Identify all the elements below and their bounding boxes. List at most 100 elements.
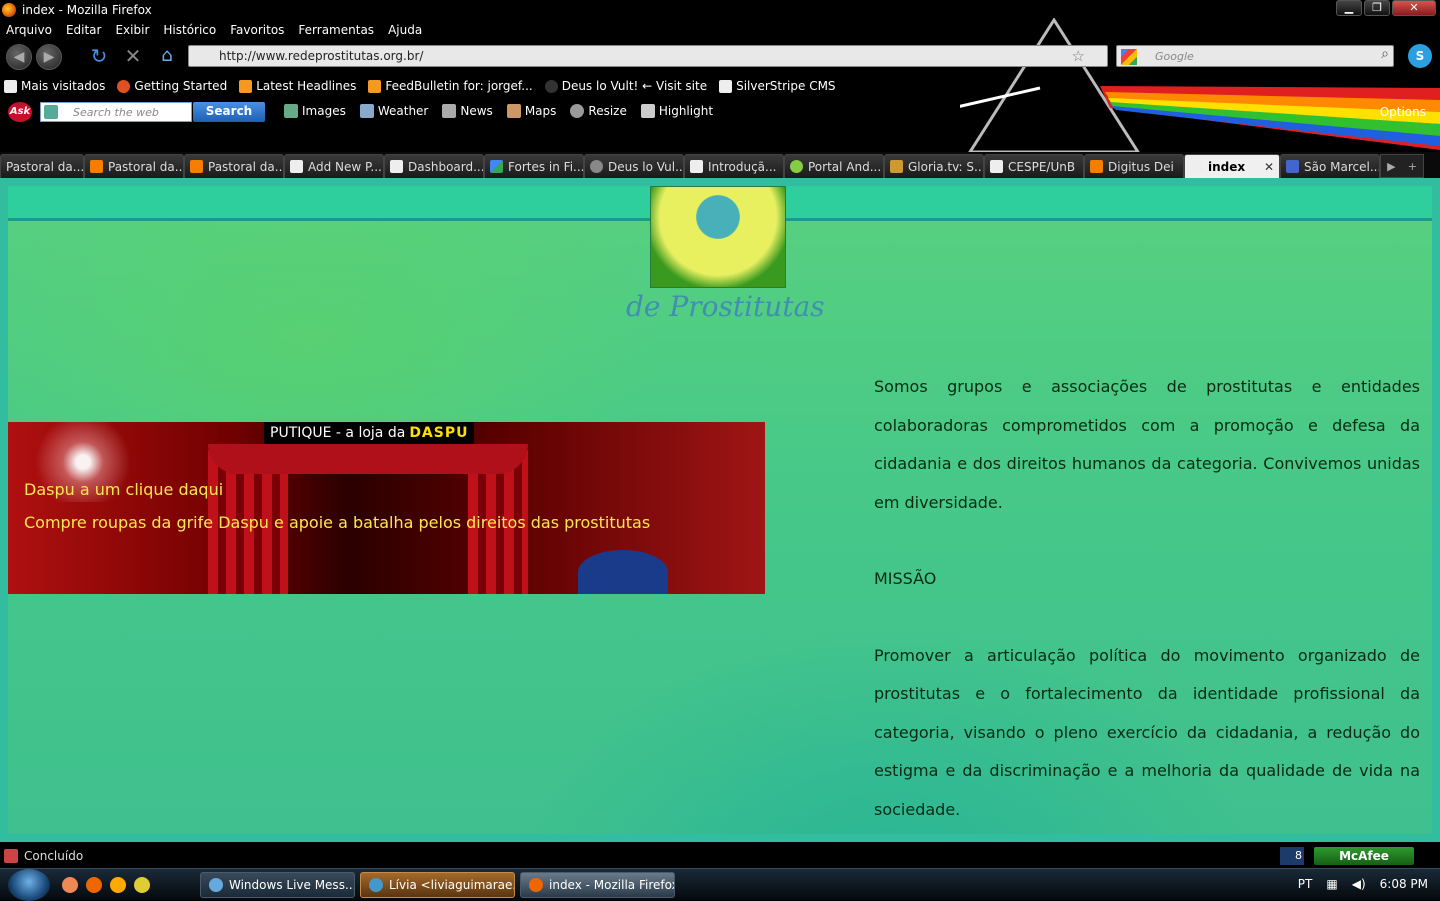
tab-label: São Marcel... (1304, 159, 1380, 174)
menu-exibir[interactable]: Exibir (115, 23, 149, 37)
url-bar[interactable]: http://www.redeprostitutas.org.br/ ☆ (188, 45, 1108, 67)
ask-search-input[interactable]: Search the web (40, 102, 192, 122)
bookmark-label: SilverStripe CMS (736, 79, 836, 93)
menu-arquivo[interactable]: Arquivo (6, 23, 52, 37)
tab[interactable]: Digitus Dei (1084, 154, 1184, 178)
firefox-icon (117, 79, 131, 93)
tab[interactable]: Pastoral da... (84, 154, 184, 178)
menu-favoritos[interactable]: Favoritos (230, 23, 284, 37)
start-button[interactable] (8, 869, 50, 901)
tab[interactable]: São Marcel... (1280, 154, 1380, 178)
curtain-valance (208, 444, 528, 474)
search-box[interactable]: Google ⌕ (1116, 45, 1394, 67)
maximize-button[interactable]: ❐ (1364, 0, 1390, 16)
google-icon (490, 160, 503, 173)
menu-ferramentas[interactable]: Ferramentas (298, 23, 374, 37)
search-icon[interactable]: ⌕ (1381, 46, 1389, 62)
notification-counter[interactable]: 8 (1280, 847, 1304, 865)
tab[interactable]: Fortes in Fi... (484, 154, 584, 178)
new-tab-icon[interactable]: + (1408, 160, 1417, 173)
tab[interactable]: Add New P... (284, 154, 384, 178)
daspu-brand: DASPU (409, 425, 469, 441)
tab-label: Digitus Dei (1108, 159, 1174, 174)
tab[interactable]: CESPE/UnB (984, 154, 1084, 178)
skype-icon[interactable]: S (1408, 44, 1432, 68)
tab[interactable]: Pastoral da... (184, 154, 284, 178)
search-placeholder: Google (1155, 50, 1194, 63)
taskbar-firefox[interactable]: index - Mozilla Firefox (520, 872, 675, 898)
ask-highlight-link[interactable]: Highlight (640, 104, 713, 118)
site-logo-image[interactable] (650, 186, 786, 288)
prism-theme-graphic (960, 18, 1440, 154)
network-icon[interactable]: ▦ (1326, 877, 1337, 891)
weather-icon (359, 104, 374, 118)
firefox-icon[interactable] (86, 877, 102, 893)
menu-historico[interactable]: Histórico (163, 23, 216, 37)
ask-weather-link[interactable]: Weather (359, 104, 428, 118)
bookmark-item[interactable]: FeedBulletin for: jorgef... (368, 79, 533, 93)
ask-options-button[interactable]: Options (1380, 105, 1426, 119)
tab-label: Pastoral da... (108, 159, 184, 174)
tab-label: Fortes in Fi... (508, 159, 584, 174)
bookmark-item[interactable]: Latest Headlines (239, 79, 356, 93)
close-tab-icon[interactable]: ✕ (1264, 160, 1274, 174)
window-titlebar: index - Mozilla Firefox ▁ ❐ ✕ (0, 0, 1440, 20)
blogger-icon (1090, 160, 1103, 173)
clock[interactable]: 6:08 PM (1380, 877, 1428, 891)
menu-editar[interactable]: Editar (66, 23, 102, 37)
taskbar-mail[interactable]: Lívia <liviaguimarae... (360, 872, 515, 898)
mcafee-badge[interactable]: McAfee (1314, 847, 1414, 865)
ask-maps-link[interactable]: Maps (506, 104, 556, 118)
close-window-button[interactable]: ✕ (1392, 0, 1436, 16)
bookmark-item[interactable]: Deus lo Vult! ← Visit site (544, 79, 707, 93)
page-icon (990, 160, 1003, 173)
taskbar-messenger[interactable]: Windows Live Mess... (200, 872, 355, 898)
tab-active[interactable]: index ✕ (1184, 154, 1280, 178)
tab[interactable]: Pastoral da... (0, 154, 84, 178)
bookmark-star-icon[interactable]: ☆ (1072, 47, 1085, 65)
rss-icon (368, 79, 382, 93)
ask-images-link[interactable]: Images (284, 104, 346, 118)
ask-search-button[interactable]: Search (193, 102, 265, 122)
bookmarks-bar: Mais visitados Getting Started Latest He… (0, 76, 836, 96)
bookmark-item[interactable]: Mais visitados (4, 79, 105, 93)
tab-scroll-controls[interactable]: ▶ + (1380, 154, 1424, 178)
language-indicator[interactable]: PT (1298, 877, 1313, 891)
chrome-icon[interactable] (62, 877, 78, 893)
neon-sign (578, 550, 668, 594)
banner-title: PUTIQUE - a loja da DASPU (264, 422, 475, 444)
tab-label: Pastoral da... (6, 159, 84, 174)
tab[interactable]: Introduçã... (684, 154, 784, 178)
tab[interactable]: Dashboard... (384, 154, 484, 178)
bookmark-label: Mais visitados (21, 79, 106, 93)
tab-strip: Pastoral da... Pastoral da... Pastoral d… (0, 152, 1440, 178)
minimize-button[interactable]: ▁ (1336, 0, 1362, 16)
app-icon[interactable] (110, 877, 126, 893)
daspu-banner[interactable]: PUTIQUE - a loja da DASPU Daspu a um cliq… (8, 422, 765, 594)
tab[interactable]: Deus lo Vul... (584, 154, 684, 178)
page-icon (1190, 160, 1203, 173)
ask-resize-link[interactable]: Resize (570, 104, 627, 118)
logo-text: de Prostitutas (626, 290, 825, 323)
ask-news-link[interactable]: News (442, 104, 493, 118)
back-button[interactable]: ◀ (6, 44, 32, 70)
volume-icon[interactable]: ◀) (1352, 877, 1366, 891)
bookmark-item[interactable]: Getting Started (117, 79, 227, 93)
tab[interactable]: Gloria.tv: S... (884, 154, 984, 178)
menu-ajuda[interactable]: Ajuda (388, 23, 422, 37)
scroll-right-icon[interactable]: ▶ (1387, 160, 1395, 173)
firefox-icon (529, 878, 543, 892)
home-icon[interactable]: ⌂ (154, 44, 180, 70)
blogger-icon (90, 160, 103, 173)
bookmark-item[interactable]: SilverStripe CMS (719, 79, 836, 93)
page-content: de Prostitutas PUTIQUE - a loja da DASPU … (0, 178, 1440, 842)
navigation-toolbar: ◀ ▶ ↻ ✕ ⌂ http://www.redeprostitutas.org… (0, 42, 1440, 72)
tab[interactable]: Portal And... (784, 154, 884, 178)
tab-label: Introduçã... (708, 159, 777, 174)
stop-icon[interactable]: ✕ (120, 44, 146, 70)
reload-icon[interactable]: ↻ (86, 44, 112, 70)
page-icon (690, 160, 703, 173)
page-icon (290, 160, 303, 173)
forward-button[interactable]: ▶ (36, 44, 62, 70)
app-icon[interactable] (134, 877, 150, 893)
